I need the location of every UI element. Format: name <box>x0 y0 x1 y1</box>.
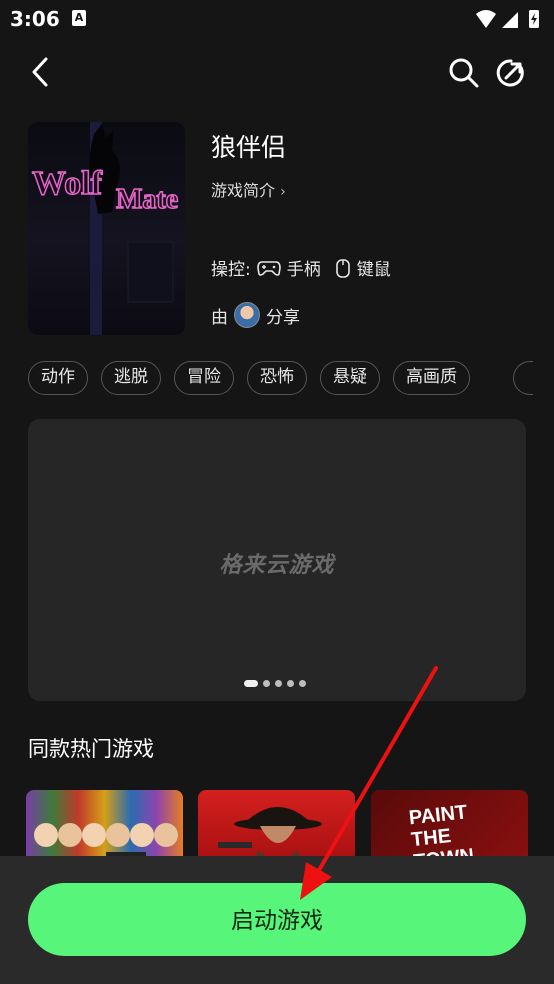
tag-overflow-mask <box>534 355 554 401</box>
cover-logo-text: Wolf <box>32 165 103 202</box>
shared-by-suffix: 分享 <box>266 307 300 328</box>
carousel-dot <box>299 680 306 687</box>
carousel-indicator <box>244 680 306 687</box>
media-carousel[interactable]: 格来云游戏 <box>28 419 526 701</box>
game-title: 狼伴侣 <box>211 133 287 162</box>
cover-art: Wolf Mate <box>31 122 179 335</box>
wifi-icon <box>476 10 496 28</box>
control-mouse-label: 键鼠 <box>356 260 391 280</box>
gamepad-icon <box>256 260 281 276</box>
carousel-dot <box>275 680 282 687</box>
intro-label: 游戏简介 <box>211 181 276 200</box>
controls-row: 操控: 手柄 键鼠 <box>211 255 391 280</box>
notification-icon: A <box>72 10 86 26</box>
tag-chip[interactable]: 高画质 <box>393 361 470 395</box>
tag-chip[interactable]: 逃脱 <box>101 361 161 395</box>
game-cover-image: Wolf Mate <box>28 122 185 335</box>
carousel-dot-active <box>244 680 258 687</box>
status-time: 3:06 <box>10 7 60 31</box>
tag-list: 动作 逃脱 冒险 恐怖 悬疑 高画质 <box>28 361 470 395</box>
chevron-right-icon: › <box>280 184 286 200</box>
svg-text:Mate: Mate <box>116 184 178 215</box>
carousel-dot <box>287 680 294 687</box>
avatar[interactable] <box>234 302 260 328</box>
tag-chip[interactable]: 悬疑 <box>320 361 380 395</box>
game-intro-link[interactable]: 游戏简介 › <box>211 177 286 201</box>
mouse-icon <box>335 258 350 278</box>
back-icon[interactable] <box>28 56 52 88</box>
tag-chip[interactable]: 动作 <box>28 361 88 395</box>
share-arrow-icon[interactable] <box>495 57 527 89</box>
search-icon[interactable] <box>448 57 480 89</box>
launch-game-button[interactable]: 启动游戏 <box>28 883 526 956</box>
shared-by-prefix: 由 <box>211 307 228 328</box>
controls-label: 操控: <box>211 260 251 280</box>
shared-by-row: 由 分享 <box>211 302 300 328</box>
signal-icon <box>502 12 518 28</box>
status-icons <box>476 10 539 28</box>
similar-games-title: 同款热门游戏 <box>28 737 154 761</box>
tag-chip[interactable]: 冒险 <box>174 361 234 395</box>
status-bar: 3:06 A <box>0 0 554 40</box>
watermark-text: 格来云游戏 <box>219 553 335 578</box>
tag-chip-partial[interactable] <box>513 361 533 395</box>
carousel-dot <box>263 680 270 687</box>
tag-chip[interactable]: 恐怖 <box>247 361 307 395</box>
control-gamepad-label: 手柄 <box>286 260 321 280</box>
